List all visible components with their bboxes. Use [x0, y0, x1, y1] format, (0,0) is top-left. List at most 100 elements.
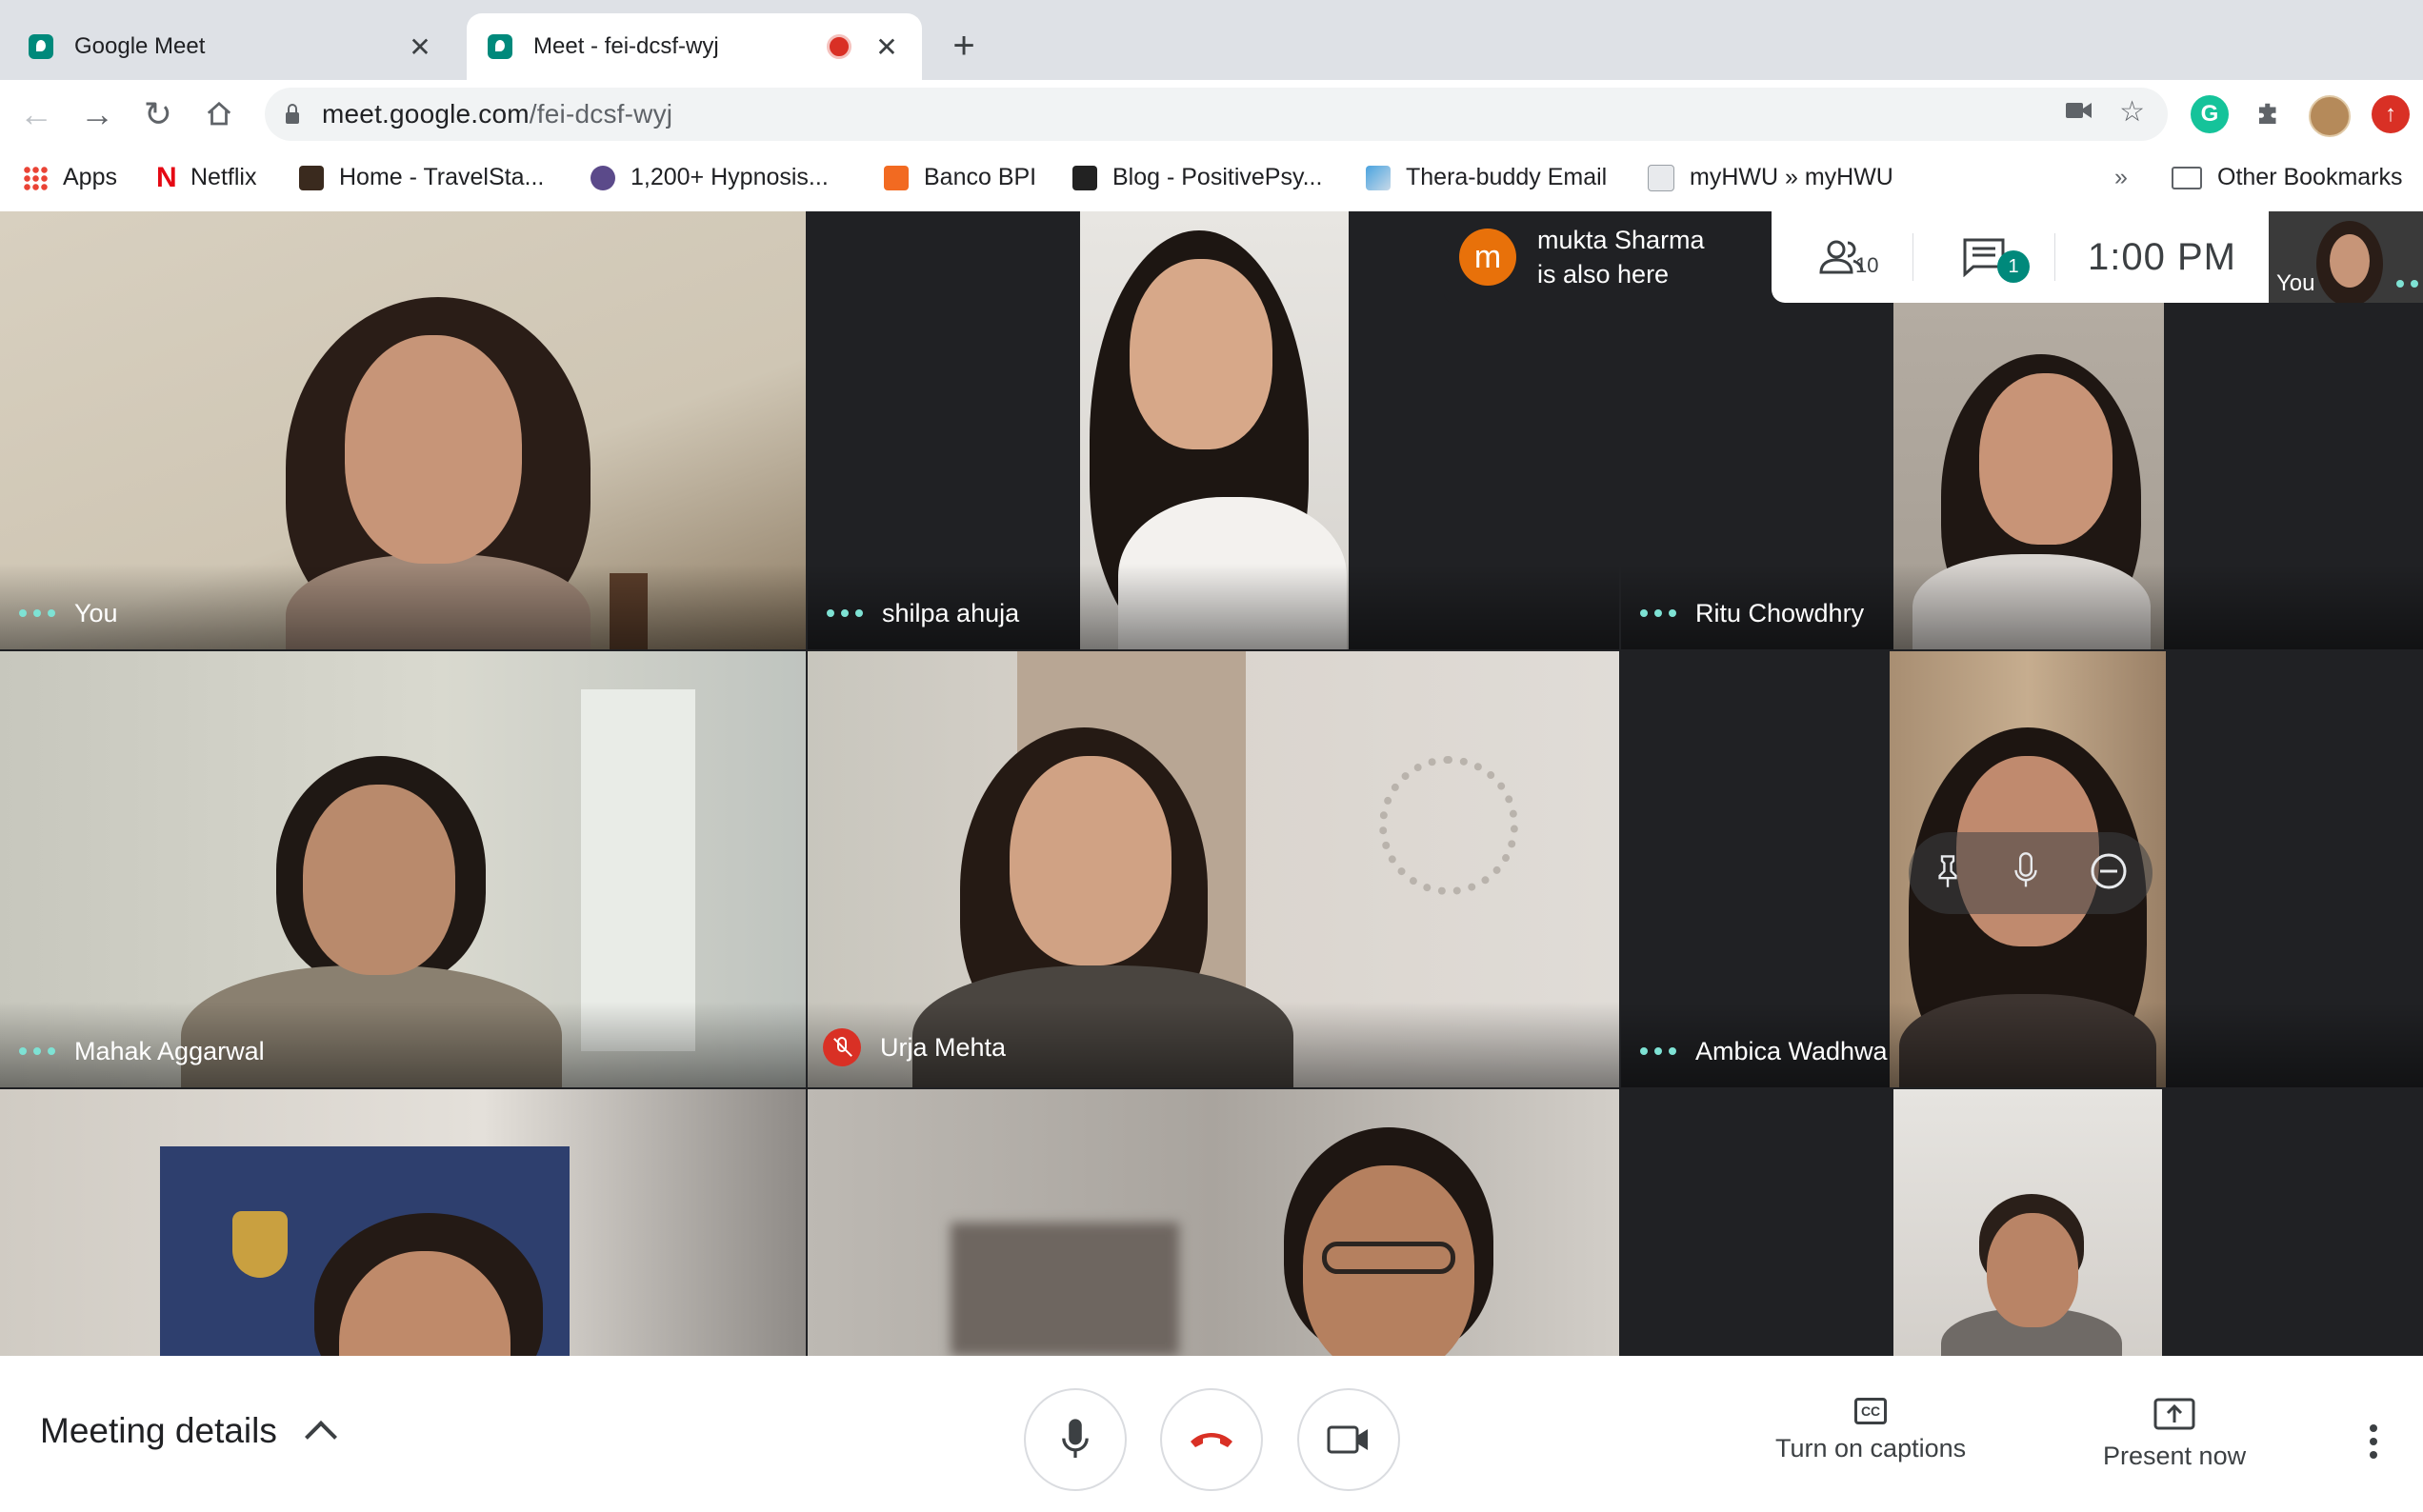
meeting-grid: You shilpa ahuja Ritu Chowdhry Mahak Agg… [0, 211, 2423, 1356]
turn-on-captions-button[interactable]: CC Turn on captions [1775, 1398, 1966, 1463]
participant-joined-notification: m mukta Sharma is also here [1444, 211, 1772, 303]
remove-participant-icon[interactable] [2090, 852, 2128, 895]
more-options-dots-icon[interactable] [827, 608, 863, 619]
notification-message: is also here [1537, 260, 1670, 288]
browser-toolbar: ← → ↻ meet.google.com/fei-dcsf-wyj ☆ G ↑ [0, 80, 2423, 149]
participant-name: Urja Mehta [823, 1028, 1006, 1066]
lock-icon [286, 104, 299, 124]
tab-google-meet[interactable]: Google Meet ✕ [8, 13, 455, 80]
google-meet-favicon-icon [29, 34, 53, 59]
banco-bpi-icon [884, 165, 909, 190]
microphone-toggle-button[interactable] [1024, 1388, 1127, 1491]
bookmark-netflix[interactable]: N Netflix [156, 161, 256, 193]
hwu-icon [1648, 164, 1674, 191]
camera-toggle-button[interactable] [1297, 1388, 1400, 1491]
profile-avatar[interactable] [2309, 95, 2351, 137]
tab-strip: Google Meet ✕ Meet - fei-dcsf-wyj ✕ + [0, 0, 2423, 80]
participant-tile[interactable] [808, 1089, 1619, 1356]
tab-title: Meet - fei-dcsf-wyj [533, 33, 719, 59]
more-options-dots-icon[interactable] [19, 1046, 55, 1057]
participant-tile-mahak-aggarwal[interactable]: Mahak Aggarwal [0, 651, 806, 1087]
bookmark-positivepsy[interactable]: Blog - PositivePsy... [1072, 164, 1322, 191]
bookmark-apps[interactable]: Apps [23, 164, 117, 191]
self-view-thumbnail[interactable]: You [2269, 211, 2423, 303]
participant-name: Mahak Aggarwal [17, 1037, 265, 1066]
more-bookmarks-chevron[interactable]: » [2114, 164, 2128, 191]
bookmark-star-icon[interactable]: ☆ [2119, 95, 2145, 129]
google-meet-favicon-icon [488, 34, 512, 59]
more-options-kebab-icon[interactable] [2370, 1424, 2379, 1459]
back-arrow-icon[interactable]: ← [13, 91, 59, 137]
home-icon[interactable] [196, 91, 242, 137]
club-crest-icon [232, 1211, 288, 1278]
folder-icon [2172, 166, 2202, 189]
bookmark-myhwu[interactable]: myHWU » myHWU [1648, 164, 1893, 191]
update-arrow-icon[interactable]: ↑ [2372, 95, 2410, 133]
mic-muted-icon [823, 1028, 861, 1066]
new-tab-button[interactable]: + [945, 23, 983, 69]
apps-grid-icon [23, 165, 48, 190]
camera-in-use-icon[interactable] [2066, 96, 2093, 129]
bookmark-banco-bpi[interactable]: Banco BPI [884, 164, 1036, 191]
meeting-details-button[interactable]: Meeting details [40, 1411, 337, 1453]
travelstart-icon [299, 165, 324, 190]
video-feed [0, 1089, 806, 1356]
participant-name: shilpa ahuja [825, 599, 1019, 628]
meeting-top-bar: 10 1 1:00 PM [1772, 211, 2269, 303]
video-camera-icon [1327, 1425, 1368, 1454]
leave-call-button[interactable] [1160, 1388, 1263, 1491]
tab-meet-call[interactable]: Meet - fei-dcsf-wyj ✕ [467, 13, 922, 80]
bookmarks-bar: Apps N Netflix Home - TravelSta... 1,200… [0, 149, 2423, 212]
bookmark-hypnosis[interactable]: 1,200+ Hypnosis... [591, 164, 829, 191]
end-call-phone-icon [1191, 1433, 1232, 1447]
grammarly-extension-icon[interactable]: G [2191, 95, 2229, 133]
video-feed [808, 1089, 1619, 1356]
present-now-button[interactable]: Present now [2103, 1398, 2246, 1471]
more-options-dots-icon[interactable] [1640, 608, 1676, 619]
chevron-up-icon [304, 1421, 337, 1453]
pin-icon[interactable] [1933, 854, 1962, 893]
positivepsy-icon [1072, 165, 1097, 190]
chat-unread-badge: 1 [1997, 250, 2030, 283]
video-feed [1893, 1089, 2162, 1356]
more-options-dots-icon[interactable] [19, 608, 55, 619]
present-screen-icon [2153, 1398, 2195, 1430]
self-view-label: You [2276, 270, 2315, 296]
tab-close-icon[interactable]: ✕ [872, 31, 901, 63]
closed-captions-icon: CC [1854, 1398, 1888, 1424]
thera-buddy-icon [1366, 165, 1391, 190]
more-options-dots-icon[interactable] [2396, 280, 2423, 289]
people-count: 10 [1855, 253, 1879, 277]
microphone-icon [1062, 1419, 1089, 1458]
notification-name: mukta Sharma [1537, 226, 1705, 254]
meeting-controls-bar: Meeting details CC Turn on captions Pres… [0, 1356, 2423, 1512]
tile-hover-controls [1909, 832, 2153, 914]
glasses-icon [1322, 1242, 1455, 1274]
bookmark-thera-buddy[interactable]: Thera-buddy Email [1366, 164, 1607, 191]
participant-name: Ritu Chowdhry [1638, 599, 1864, 628]
meeting-clock: 1:00 PM [2088, 235, 2236, 278]
participant-name: You [17, 599, 118, 628]
extensions-puzzle-icon[interactable] [2250, 95, 2288, 133]
tab-close-icon[interactable]: ✕ [406, 31, 434, 63]
people-button[interactable]: 10 [1772, 238, 1912, 277]
participant-tile-you[interactable]: You [0, 211, 806, 649]
mute-participant-mic-icon[interactable] [2012, 851, 2039, 895]
participant-tile-urja-mehta[interactable]: Urja Mehta [808, 651, 1619, 1087]
other-bookmarks[interactable]: Other Bookmarks [2172, 164, 2403, 191]
bookmark-travelstart[interactable]: Home - TravelSta... [299, 164, 544, 191]
more-options-dots-icon[interactable] [1640, 1046, 1676, 1057]
participant-name: Ambica Wadhwa [1638, 1037, 1888, 1066]
participant-tile[interactable] [0, 1089, 806, 1356]
tab-title: Google Meet [74, 33, 206, 59]
participant-avatar: m [1459, 229, 1516, 286]
url-text: meet.google.com/fei-dcsf-wyj [322, 99, 673, 129]
netflix-icon: N [156, 161, 177, 193]
hypnosis-icon [591, 165, 615, 190]
chat-button[interactable]: 1 [1913, 237, 2054, 283]
forward-arrow-icon[interactable]: → [74, 91, 120, 137]
address-bar[interactable]: meet.google.com/fei-dcsf-wyj ☆ [265, 88, 2168, 141]
reload-icon[interactable]: ↻ [135, 91, 181, 137]
recording-indicator-icon [827, 34, 851, 59]
participant-tile[interactable] [1621, 1089, 2423, 1356]
